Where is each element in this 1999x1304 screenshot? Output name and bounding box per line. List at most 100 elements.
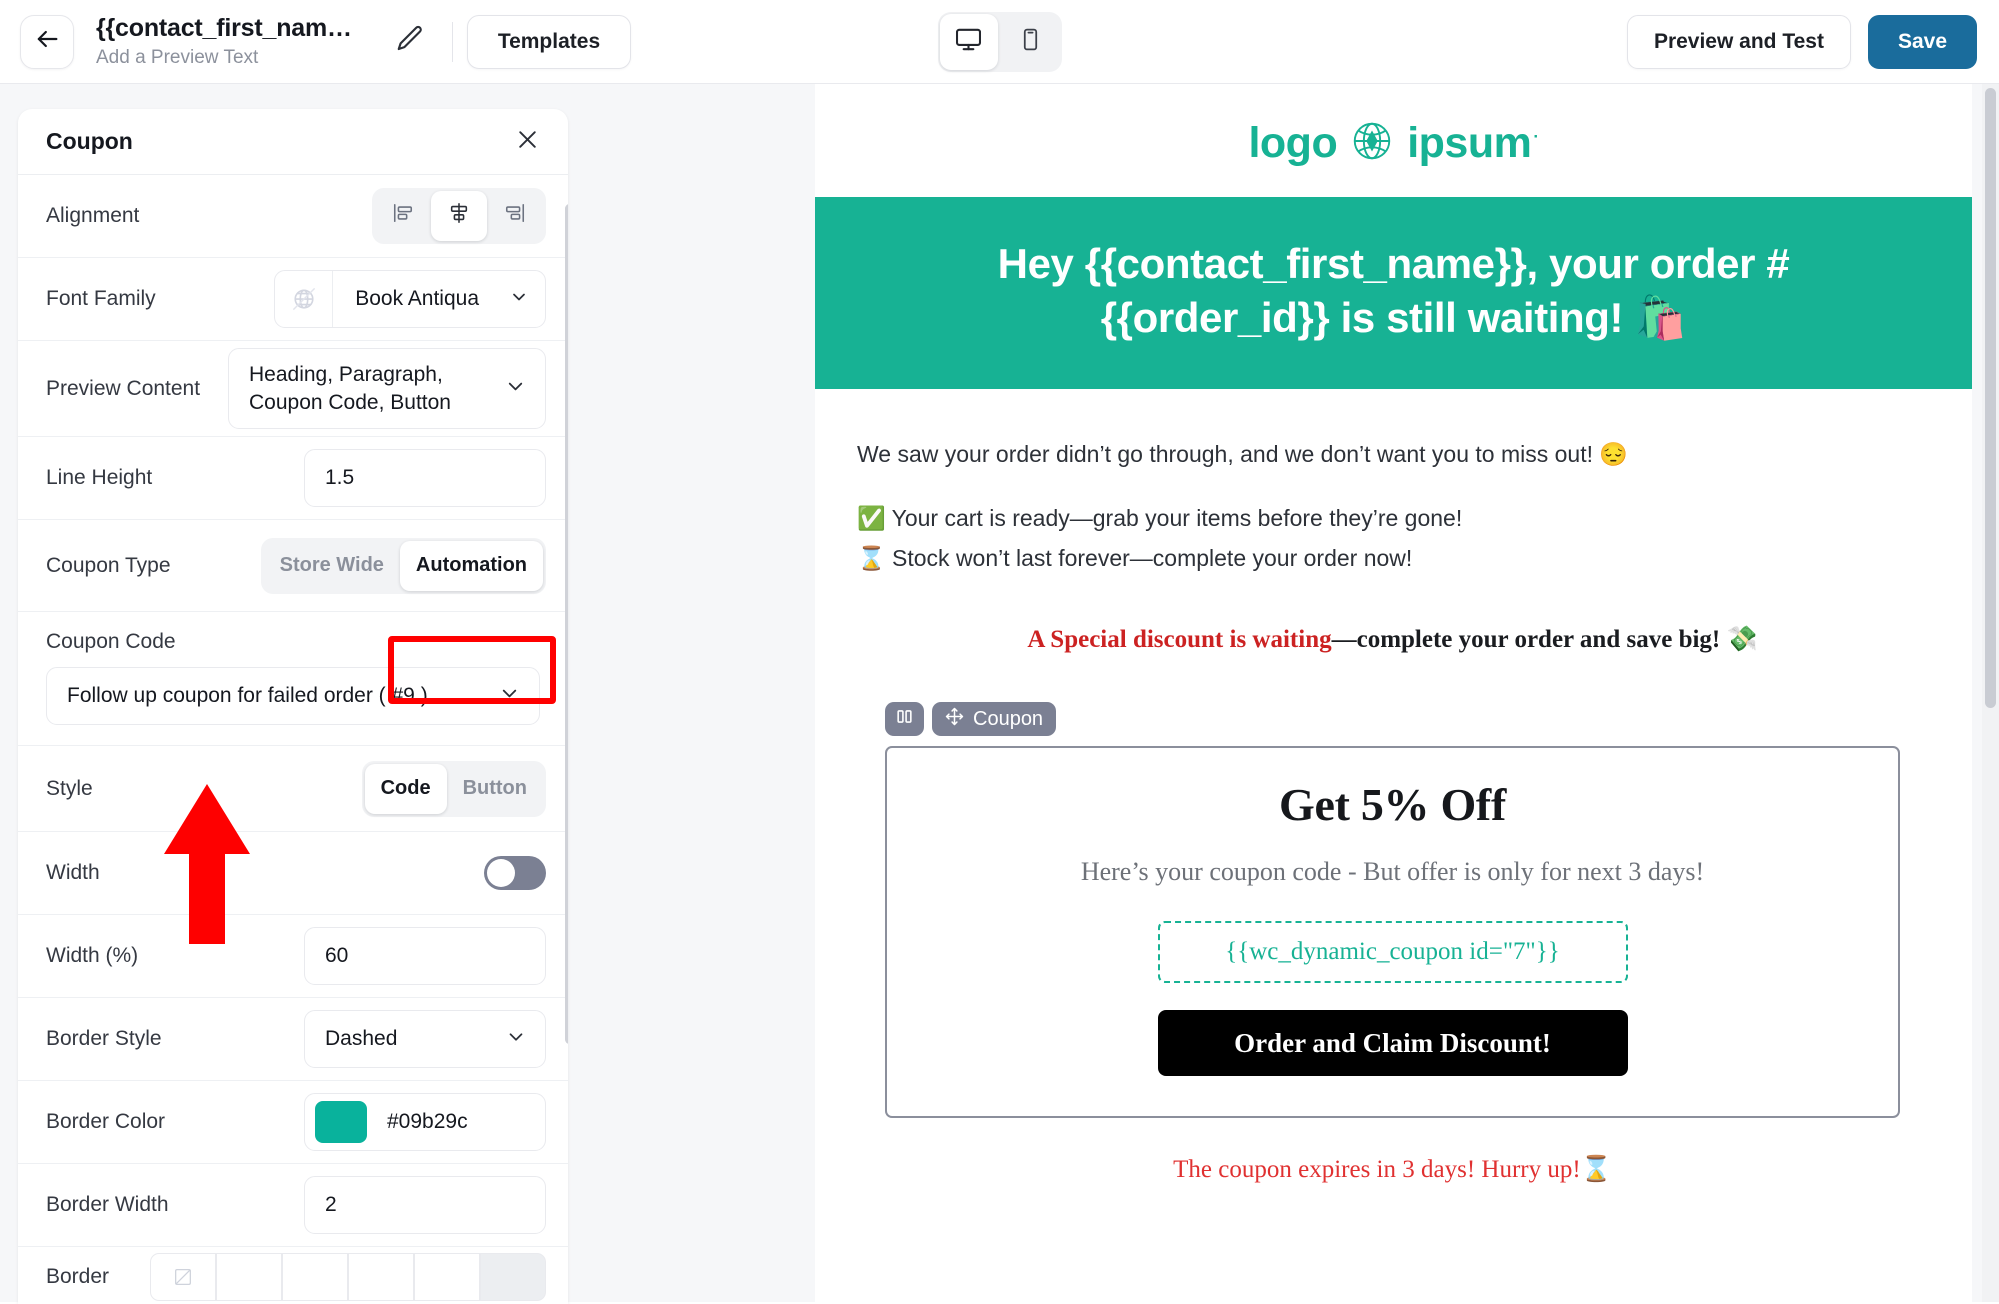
row-style: Style Code Button bbox=[18, 746, 568, 832]
border-right-button[interactable] bbox=[282, 1253, 348, 1301]
mobile-icon bbox=[1018, 27, 1043, 57]
templates-button[interactable]: Templates bbox=[466, 14, 632, 69]
coupon-expiry-text[interactable]: The coupon expires in 3 days! Hurry up!⌛ bbox=[857, 1155, 1928, 1184]
style-code-button[interactable]: Code bbox=[364, 763, 447, 814]
coupon-type-store-wide-button[interactable]: Store Wide bbox=[264, 541, 400, 591]
row-font-family: Font Family Book Antiqua bbox=[18, 258, 568, 341]
chevron-down-icon bbox=[504, 375, 527, 403]
block-columns-button[interactable] bbox=[885, 702, 924, 736]
preview-content-select[interactable]: Heading, Paragraph, Coupon Code, Button bbox=[228, 347, 546, 430]
border-top-button[interactable] bbox=[216, 1253, 282, 1301]
arrow-left-icon bbox=[33, 25, 61, 58]
width-label: Width bbox=[46, 861, 100, 884]
chevron-down-icon bbox=[509, 287, 529, 312]
special-red-text: A Special discount is waiting bbox=[1027, 626, 1332, 653]
align-left-button[interactable] bbox=[375, 191, 431, 241]
align-center-button[interactable] bbox=[431, 191, 487, 241]
border-width-label: Border Width bbox=[46, 1193, 169, 1216]
email-hero-heading[interactable]: Hey {{contact_first_name}}, your order #… bbox=[815, 197, 1972, 389]
border-color-value: #09b29c bbox=[387, 1110, 468, 1133]
border-link-button[interactable] bbox=[480, 1253, 546, 1301]
coupon-subtext: Here’s your coupon code - But offer is o… bbox=[1080, 857, 1705, 886]
row-width-toggle: Width bbox=[18, 832, 568, 915]
panel-title: Coupon bbox=[46, 128, 133, 154]
row-line-height: Line Height 1.5 bbox=[18, 437, 568, 520]
coupon-code-display[interactable]: {{wc_dynamic_coupon id="7"}} bbox=[1157, 921, 1628, 983]
logo-text-right: ipsum · bbox=[1407, 119, 1539, 167]
preview-and-test-button[interactable]: Preview and Test bbox=[1626, 14, 1851, 69]
coupon-block-label: Coupon bbox=[973, 707, 1044, 730]
preview-content-value: Heading, Paragraph, Coupon Code, Button bbox=[249, 362, 451, 414]
edit-title-button[interactable] bbox=[382, 14, 438, 70]
border-width-input[interactable]: 2 bbox=[304, 1176, 546, 1234]
email-special-line[interactable]: A Special discount is waiting—complete y… bbox=[857, 625, 1928, 654]
border-color-swatch[interactable] bbox=[315, 1101, 367, 1143]
header-divider bbox=[451, 21, 453, 62]
alignment-segmented-control bbox=[372, 188, 546, 244]
border-bottom-button[interactable] bbox=[348, 1253, 414, 1301]
line-height-input[interactable]: 1.5 bbox=[304, 449, 546, 507]
coupon-cta-button[interactable]: Order and Claim Discount! bbox=[1157, 1010, 1628, 1076]
coupon-type-label: Coupon Type bbox=[46, 553, 171, 577]
mobile-preview-tab[interactable] bbox=[1002, 14, 1060, 70]
chevron-down-icon bbox=[505, 1026, 527, 1053]
save-button[interactable]: Save bbox=[1867, 14, 1977, 69]
close-panel-button[interactable] bbox=[512, 127, 542, 157]
device-preview-switch bbox=[937, 11, 1062, 72]
preview-text-label[interactable]: Add a Preview Text bbox=[96, 47, 352, 69]
close-icon bbox=[515, 127, 540, 157]
desktop-preview-tab[interactable] bbox=[939, 13, 998, 70]
title-block: {{contact_first_nam… Add a Preview Text bbox=[96, 14, 352, 70]
row-border: Border bbox=[18, 1247, 568, 1304]
border-left-button[interactable] bbox=[414, 1253, 480, 1301]
email-canvas: logo ipsum · Hey {{contact_first_name}}, … bbox=[815, 84, 1972, 1302]
email-bullet-2[interactable]: ⌛ Stock won’t last forever—complete your… bbox=[857, 541, 1928, 576]
row-border-width: Border Width 2 bbox=[18, 1164, 568, 1247]
special-black-text: —complete your order and save big! 💸 bbox=[1331, 626, 1758, 653]
align-right-icon bbox=[504, 202, 526, 230]
border-style-label: Border Style bbox=[46, 1027, 162, 1050]
page-scrollbar-thumb[interactable] bbox=[1985, 88, 1996, 708]
toggle-knob bbox=[487, 859, 515, 887]
font-family-label: Font Family bbox=[46, 287, 156, 310]
style-label: Style bbox=[46, 776, 93, 800]
border-color-label: Border Color bbox=[46, 1110, 166, 1133]
row-width-percent: Width (%) 60 bbox=[18, 915, 568, 998]
font-family-value: Book Antiqua bbox=[355, 287, 479, 310]
width-percent-input[interactable]: 60 bbox=[304, 927, 546, 985]
style-button-button[interactable]: Button bbox=[447, 764, 543, 814]
email-bullet-1[interactable]: ✅ Your cart is ready—grab your items bef… bbox=[857, 501, 1928, 536]
back-button[interactable] bbox=[20, 14, 74, 69]
coupon-code-select[interactable]: Follow up coupon for failed order ( #9 ) bbox=[46, 667, 540, 725]
width-toggle-switch[interactable] bbox=[484, 856, 546, 890]
email-paragraph-1[interactable]: We saw your order didn’t go through, and… bbox=[857, 437, 1928, 472]
row-border-color: Border Color #09b29c bbox=[18, 1081, 568, 1164]
panel-header: Coupon bbox=[18, 109, 568, 175]
font-family-control[interactable]: Book Antiqua bbox=[274, 270, 546, 328]
width-percent-label: Width (%) bbox=[46, 944, 139, 967]
coupon-settings-panel: Coupon Alignment Font Family Book Antiqu… bbox=[18, 109, 568, 1304]
coupon-code-value: Follow up coupon for failed order ( #9 ) bbox=[67, 684, 428, 707]
border-label: Border bbox=[46, 1265, 110, 1288]
preview-content-label: Preview Content bbox=[46, 376, 201, 400]
border-style-select[interactable]: Dashed bbox=[304, 1010, 546, 1068]
border-all-button[interactable] bbox=[150, 1253, 216, 1301]
coupon-block-toolbar: Coupon bbox=[885, 702, 1928, 736]
coupon-block-handle[interactable]: Coupon bbox=[932, 702, 1057, 736]
move-icon bbox=[945, 707, 964, 732]
border-color-control[interactable]: #09b29c bbox=[304, 1093, 546, 1151]
globe-disabled-icon bbox=[275, 271, 334, 327]
email-preview-area: logo ipsum · Hey {{contact_first_name}}, … bbox=[815, 84, 1999, 1302]
desktop-icon bbox=[954, 25, 983, 59]
header-actions: Preview and Test Save bbox=[1626, 14, 1977, 69]
email-body: We saw your order didn’t go through, and… bbox=[815, 389, 1972, 1185]
hero-line-2: {{order_id}} is still waiting! 🛍️ bbox=[1100, 293, 1687, 341]
align-center-icon bbox=[448, 202, 470, 230]
panel-scrollbar[interactable] bbox=[565, 204, 568, 1044]
row-coupon-type: Coupon Type Store Wide Automation bbox=[18, 520, 568, 612]
page-title: {{contact_first_nam… bbox=[96, 13, 352, 42]
coupon-heading: Get 5% Off bbox=[1279, 779, 1506, 830]
coupon-card[interactable]: Get 5% Off Here’s your coupon code - But… bbox=[885, 746, 1900, 1118]
align-right-button[interactable] bbox=[487, 191, 543, 241]
coupon-type-automation-button[interactable]: Automation bbox=[399, 540, 543, 591]
